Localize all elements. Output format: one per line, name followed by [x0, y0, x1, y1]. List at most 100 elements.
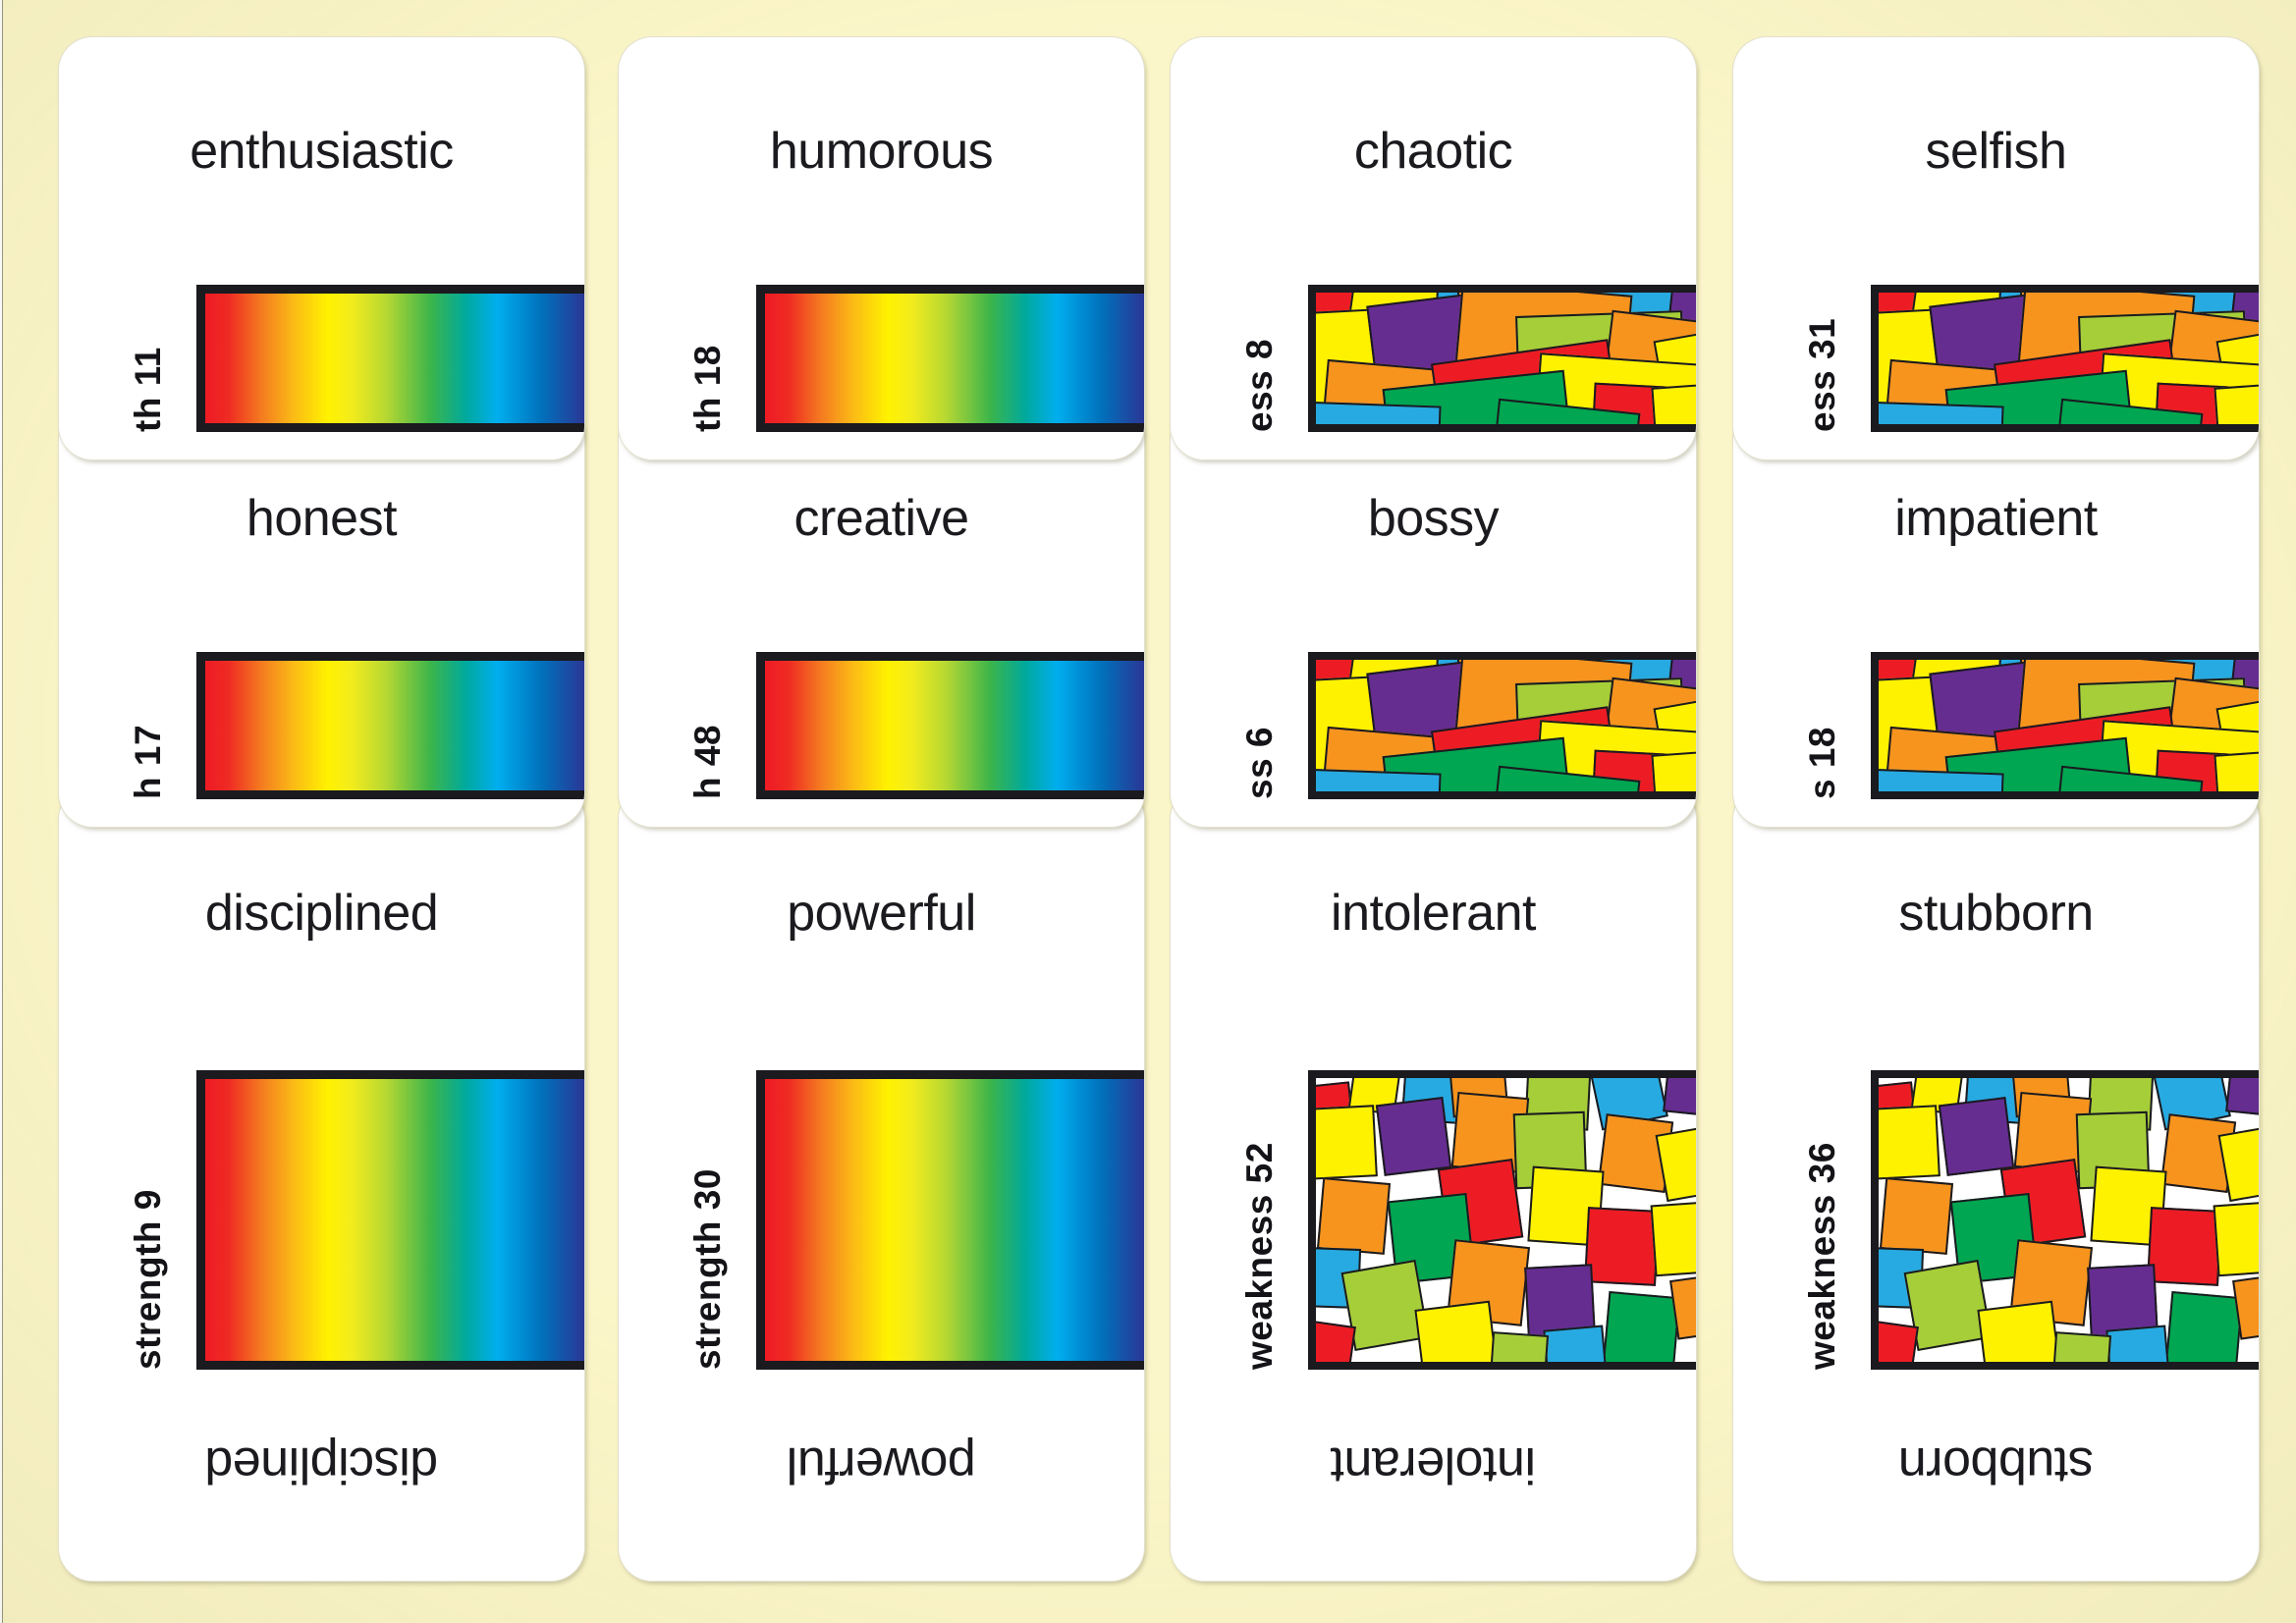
- color-square: [1938, 1097, 2014, 1176]
- color-square: [2224, 1078, 2259, 1116]
- card-title: humorous: [769, 123, 994, 180]
- card-creative[interactable]: creative h 48: [619, 405, 1144, 827]
- weakness-side-label: s 18: [1802, 726, 1842, 799]
- squares-panel: [1871, 652, 2259, 799]
- color-square: [1602, 1290, 1680, 1362]
- weakness-side-label: weakness 52: [1239, 1142, 1280, 1370]
- card-artwork: [196, 1070, 584, 1370]
- card-powerful[interactable]: powerful strength 30 powerful: [619, 785, 1144, 1581]
- card-artwork: [1308, 652, 1696, 799]
- card-artwork: [756, 652, 1144, 799]
- strength-side-label: h 17: [128, 724, 168, 799]
- squares-panel: [1308, 285, 1696, 432]
- color-square: [1662, 1078, 1696, 1116]
- card-title: stubborn: [1898, 885, 2094, 942]
- rainbow-gradient: [765, 661, 1144, 790]
- card-artwork: [1871, 285, 2259, 432]
- weakness-side-label: weakness 36: [1802, 1142, 1842, 1370]
- rainbow-panel: [756, 652, 1144, 799]
- weakness-side-label: ess 31: [1802, 317, 1842, 432]
- scan-edge-strip: [0, 0, 5, 1623]
- color-square: [1316, 1105, 1378, 1180]
- strength-side-label: th 11: [128, 347, 168, 432]
- color-square: [1375, 1097, 1451, 1176]
- card-artwork: [196, 285, 584, 432]
- card-footer-title: powerful: [787, 1436, 976, 1493]
- squares-pattern: [1316, 1078, 1696, 1362]
- color-square: [1340, 1259, 1430, 1351]
- card-title: chaotic: [1353, 123, 1513, 180]
- card-column-4: selfish ess 31 impatient s 18 stubborn w…: [1733, 0, 2283, 1623]
- card-artwork: [1871, 652, 2259, 799]
- rainbow-panel: [196, 285, 584, 432]
- card-footer-title: disciplined: [204, 1436, 439, 1493]
- squares-panel: [1308, 652, 1696, 799]
- rainbow-panel: [756, 285, 1144, 432]
- card-bossy[interactable]: bossy ss 6: [1171, 405, 1696, 827]
- card-artwork: [1308, 285, 1696, 432]
- card-title: creative: [793, 490, 969, 547]
- rainbow-panel: [196, 1070, 584, 1370]
- card-artwork: [1308, 1070, 1696, 1370]
- color-square: [1583, 1207, 1660, 1286]
- card-artwork: [756, 285, 1144, 432]
- card-title: selfish: [1925, 123, 2067, 180]
- squares-pattern: [1879, 1078, 2259, 1362]
- card-artwork: [196, 652, 584, 799]
- rainbow-gradient: [205, 661, 584, 790]
- rainbow-panel: [756, 1070, 1144, 1370]
- card-footer-title: stubborn: [1898, 1436, 2094, 1493]
- squares-pattern: [1316, 660, 1696, 791]
- strength-side-label: th 18: [687, 345, 728, 432]
- rainbow-gradient: [765, 294, 1144, 423]
- scanned-sheet: enthusiastic th 11 honest h 17 disciplin…: [0, 0, 2296, 1623]
- card-footer-title: intolerant: [1331, 1436, 1536, 1493]
- squares-panel: [1871, 285, 2259, 432]
- card-selfish[interactable]: selfish ess 31: [1733, 37, 2259, 460]
- card-title: honest: [246, 490, 398, 547]
- color-square: [1879, 1105, 1941, 1180]
- color-square: [1977, 1300, 2062, 1362]
- weakness-side-label: ss 6: [1239, 726, 1280, 799]
- color-square: [2164, 1290, 2243, 1362]
- color-square: [2146, 1207, 2222, 1286]
- weakness-side-label: ess 8: [1239, 338, 1280, 432]
- squares-pattern: [1879, 660, 2259, 791]
- color-square: [1879, 1177, 1953, 1255]
- color-square: [1414, 1300, 1500, 1362]
- card-title: bossy: [1367, 490, 1500, 547]
- color-square: [2213, 1200, 2259, 1277]
- squares-pattern: [1316, 293, 1696, 424]
- card-disciplined[interactable]: disciplined strength 9 disciplined: [59, 785, 584, 1581]
- card-stubborn[interactable]: stubborn weakness 36 stubborn: [1733, 785, 2259, 1581]
- card-enthusiastic[interactable]: enthusiastic th 11: [59, 37, 584, 460]
- color-square: [1488, 1331, 1549, 1362]
- card-title: intolerant: [1331, 885, 1536, 942]
- rainbow-panel: [196, 652, 584, 799]
- card-humorous[interactable]: humorous th 18: [619, 37, 1144, 460]
- card-title: impatient: [1894, 490, 2098, 547]
- card-title: disciplined: [204, 885, 439, 942]
- card-column-1: enthusiastic th 11 honest h 17 disciplin…: [59, 0, 609, 1623]
- squares-panel: [1308, 1070, 1696, 1370]
- card-artwork: [756, 1070, 1144, 1370]
- color-square: [1316, 1318, 1356, 1362]
- card-chaotic[interactable]: chaotic ess 8: [1171, 37, 1696, 460]
- card-intolerant[interactable]: intolerant weakness 52 intolerant: [1171, 785, 1696, 1581]
- card-impatient[interactable]: impatient s 18: [1733, 405, 2259, 827]
- color-square: [1903, 1259, 1993, 1351]
- rainbow-gradient: [765, 1079, 1144, 1361]
- card-column-2: humorous th 18 creative h 48 powerful st…: [619, 0, 1169, 1623]
- color-square: [1316, 1177, 1391, 1255]
- rainbow-gradient: [205, 294, 584, 423]
- color-square: [2105, 1325, 2171, 1362]
- strength-side-label: strength 9: [128, 1189, 168, 1370]
- color-square: [1543, 1325, 1609, 1362]
- card-title: powerful: [787, 885, 976, 942]
- card-artwork: [1871, 1070, 2259, 1370]
- strength-side-label: h 48: [687, 724, 728, 799]
- strength-side-label: strength 30: [687, 1168, 728, 1370]
- rainbow-gradient: [205, 1079, 584, 1361]
- squares-panel: [1871, 1070, 2259, 1370]
- card-honest[interactable]: honest h 17: [59, 405, 584, 827]
